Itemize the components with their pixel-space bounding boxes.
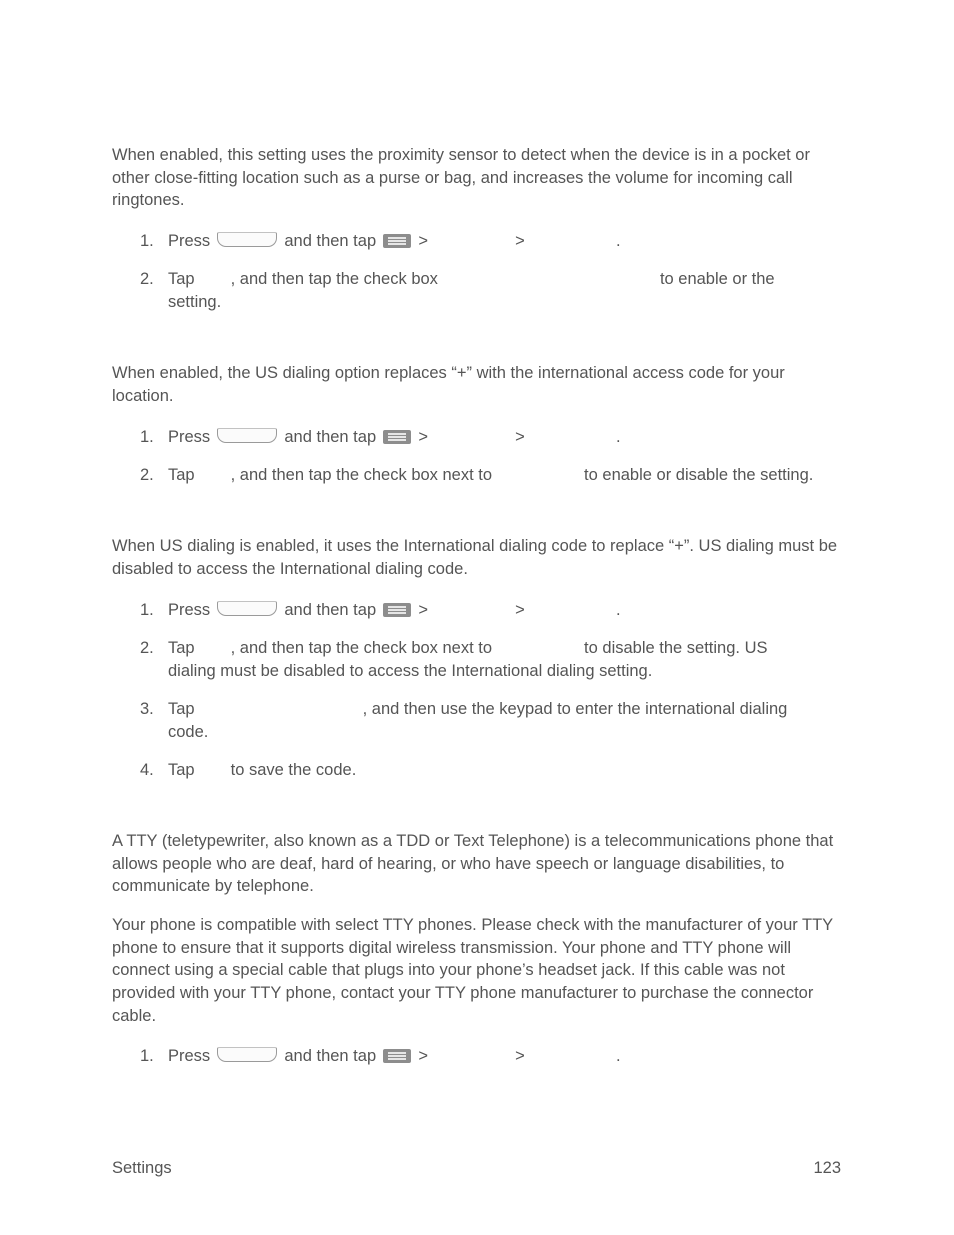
section-2-intro: When enabled, the US dialing option repl… — [112, 364, 785, 405]
step-text: Tap — [168, 270, 195, 288]
step-text: to enable or disable the setting. — [584, 466, 814, 484]
step-number: 1. — [140, 428, 154, 446]
step-text: Press — [168, 232, 211, 250]
manual-page: When enabled, this setting uses the prox… — [0, 0, 954, 1235]
step-text: Tap — [168, 761, 195, 779]
step-text: , and then use the keypad to enter the i… — [362, 700, 788, 718]
step-separator: > — [418, 428, 428, 446]
step-separator: > — [418, 601, 428, 619]
step-number: 2. — [140, 639, 154, 657]
section-4-intro-2: Your phone is compatible with select TTY… — [112, 916, 833, 1025]
step-text: , and then tap the check box next to — [230, 466, 493, 484]
menu-key-icon — [382, 1049, 411, 1063]
step-text: setting. — [168, 292, 222, 311]
step-text: code. — [168, 722, 209, 741]
step-separator: > — [515, 232, 525, 250]
step-separator: > — [418, 1047, 428, 1065]
step-text: . — [615, 232, 621, 250]
step-text: , and then tap the check box next to — [230, 639, 493, 657]
menu-key-icon — [382, 430, 411, 444]
footer-section-title: Settings — [112, 1159, 172, 1177]
step-text: to save the code. — [230, 761, 357, 779]
section-1-intro: When enabled, this setting uses the prox… — [112, 146, 810, 210]
step-text: Tap — [168, 639, 195, 657]
step-text: . — [615, 1047, 621, 1065]
step-text: and then tap — [284, 1047, 377, 1065]
step-text: and then tap — [284, 428, 377, 446]
step-number: 4. — [140, 761, 154, 779]
section-4-intro: A TTY (teletypewriter, also known as a T… — [112, 832, 834, 896]
step-text: Press — [168, 428, 211, 446]
step-text: to disable the setting. US — [584, 639, 768, 657]
step-text: Tap — [168, 700, 195, 718]
step-number: 2. — [140, 270, 154, 288]
step-text: Tap — [168, 466, 195, 484]
step-number: 1. — [140, 232, 154, 250]
step-text: and then tap — [284, 232, 377, 250]
step-separator: > — [515, 601, 525, 619]
step-separator: > — [515, 1047, 525, 1065]
step-text: , and then tap the check box — [230, 270, 438, 288]
footer-page-number: 123 — [813, 1159, 841, 1177]
step-text: to enable or the — [659, 270, 775, 288]
home-key-icon — [216, 601, 277, 616]
home-key-icon — [216, 428, 277, 443]
step-text: . — [615, 428, 621, 446]
step-text: Press — [168, 1047, 211, 1065]
home-key-icon — [216, 232, 277, 247]
step-separator: > — [515, 428, 525, 446]
step-text: . — [615, 601, 621, 619]
step-number: 1. — [140, 601, 154, 619]
step-number: 3. — [140, 700, 154, 718]
step-text: and then tap — [284, 601, 377, 619]
menu-key-icon — [382, 234, 411, 248]
home-key-icon — [216, 1047, 277, 1062]
step-text: Press — [168, 601, 211, 619]
step-text: dialing must be disabled to access the I… — [168, 661, 653, 680]
step-number: 2. — [140, 466, 154, 484]
section-3-intro: When US dialing is enabled, it uses the … — [112, 537, 838, 578]
step-separator: > — [418, 232, 428, 250]
menu-key-icon — [382, 603, 411, 617]
step-number: 1. — [140, 1047, 154, 1065]
